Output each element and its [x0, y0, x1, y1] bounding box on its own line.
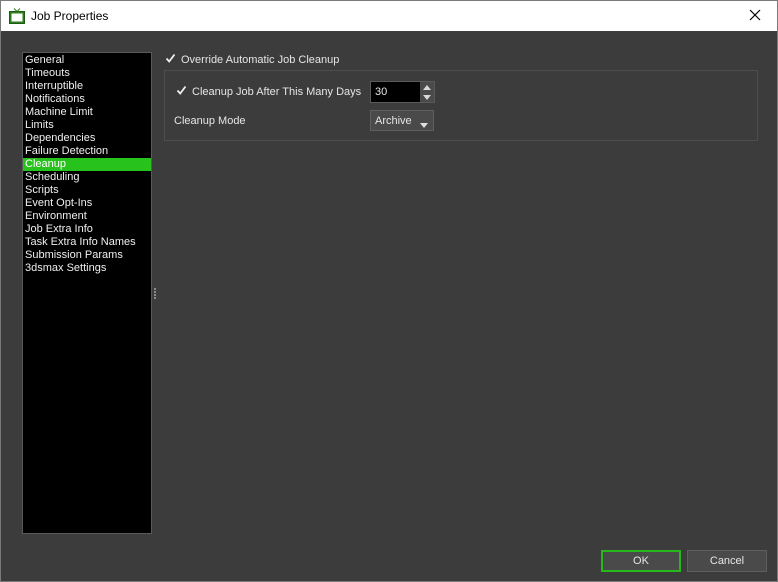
cleanup-days-spinbox[interactable] — [370, 81, 435, 103]
override-cleanup-label[interactable]: Override Automatic Job Cleanup — [181, 54, 339, 66]
window-title: Job Properties — [31, 9, 109, 23]
chevron-down-icon — [420, 119, 428, 131]
override-cleanup-checkbox[interactable] — [164, 53, 177, 66]
nav-item-submission-params[interactable]: Submission Params — [23, 249, 151, 262]
title-bar: Job Properties — [1, 1, 777, 31]
cleanup-days-input[interactable] — [371, 82, 420, 102]
nav-item-limits[interactable]: Limits — [23, 119, 151, 132]
splitter-handle[interactable] — [153, 287, 157, 303]
nav-item-job-extra-info[interactable]: Job Extra Info — [23, 223, 151, 236]
close-button[interactable] — [733, 1, 777, 31]
ok-button[interactable]: OK — [601, 550, 681, 572]
cleanup-after-days-label[interactable]: Cleanup Job After This Many Days — [192, 86, 361, 98]
checkmark-icon — [165, 53, 176, 67]
nav-item-timeouts[interactable]: Timeouts — [23, 67, 151, 80]
cleanup-mode-dropdown[interactable]: Archive — [370, 110, 434, 131]
nav-item-general[interactable]: General — [23, 54, 151, 67]
nav-item-scripts[interactable]: Scripts — [23, 184, 151, 197]
nav-item-cleanup[interactable]: Cleanup — [23, 158, 151, 171]
spin-down-button[interactable] — [420, 92, 434, 102]
category-list[interactable]: General Timeouts Interruptible Notificat… — [22, 52, 152, 534]
nav-item-failure-detection[interactable]: Failure Detection — [23, 145, 151, 158]
nav-item-environment[interactable]: Environment — [23, 210, 151, 223]
cleanup-settings-group — [164, 70, 758, 141]
checkmark-icon — [176, 85, 187, 99]
cleanup-after-days-checkbox[interactable] — [175, 85, 188, 98]
tv-icon — [9, 8, 25, 24]
job-properties-dialog: Job Properties General Timeouts Interrup… — [0, 0, 778, 582]
nav-item-task-extra-info-names[interactable]: Task Extra Info Names — [23, 236, 151, 249]
arrow-down-icon — [423, 91, 431, 103]
nav-item-dependencies[interactable]: Dependencies — [23, 132, 151, 145]
nav-item-3dsmax-settings[interactable]: 3dsmax Settings — [23, 262, 151, 275]
nav-item-notifications[interactable]: Notifications — [23, 93, 151, 106]
cancel-button[interactable]: Cancel — [687, 550, 767, 572]
spin-buttons — [420, 82, 434, 102]
nav-item-event-opt-ins[interactable]: Event Opt-Ins — [23, 197, 151, 210]
nav-item-machine-limit[interactable]: Machine Limit — [23, 106, 151, 119]
nav-item-interruptible[interactable]: Interruptible — [23, 80, 151, 93]
nav-item-scheduling[interactable]: Scheduling — [23, 171, 151, 184]
cleanup-mode-label: Cleanup Mode — [174, 115, 246, 127]
close-icon — [749, 9, 761, 24]
cleanup-mode-value: Archive — [375, 115, 412, 127]
